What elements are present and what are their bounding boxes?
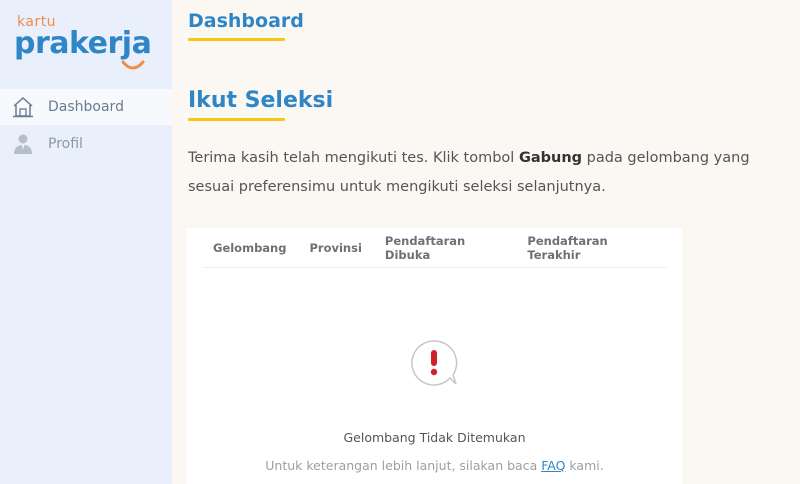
section-title: Ikut Seleksi [188,88,334,113]
column-header-provinsi: Provinsi [309,240,362,255]
table-header: Gelombang Provinsi Pendaftaran Dibuka Pe… [203,228,667,268]
page-title: Dashboard [188,10,304,32]
gelombang-table-card: Gelombang Provinsi Pendaftaran Dibuka Pe… [187,228,682,484]
section-underline [188,118,285,121]
column-header-pendaftaran-dibuka: Pendaftaran Dibuka [384,233,466,262]
title-underline [188,38,285,41]
sidebar-item-dashboard[interactable]: Dashboard [0,89,172,125]
empty-sub-text-end: kami. [565,458,604,473]
sidebar-item-label: Dashboard [48,99,124,115]
sidebar: kartu prakerja Dashboard Profil [0,0,172,484]
desc-bold-gabung: Gabung [518,150,583,166]
empty-state-title: Gelombang Tidak Ditemukan [343,430,526,445]
main-content: Dashboard Ikut Seleksi Terima kasih tela… [172,0,800,484]
kartu-prakerja-logo[interactable]: kartu prakerja [14,14,164,70]
column-header-pendaftaran-terakhir: Pendaftaran Terakhir [527,233,608,262]
empty-state-subtitle: Untuk keterangan lebih lanjut, silakan b… [187,458,682,473]
user-icon [11,132,35,156]
section-description: Terima kasih telah mengikuti tes. Klik t… [188,144,788,202]
home-icon [11,95,35,119]
sidebar-item-profil[interactable]: Profil [0,126,172,162]
faq-link[interactable]: FAQ [541,458,565,473]
empty-sub-text-start: Untuk keterangan lebih lanjut, silakan b… [265,458,542,473]
logo-prakerja-text: prakerja [14,26,152,61]
logo-smile-icon [121,60,145,70]
alert-bubble-icon [411,340,458,386]
column-header-gelombang: Gelombang [213,240,287,255]
desc-text-start: Terima kasih telah mengikuti tes. Klik t… [188,150,519,166]
sidebar-item-label: Profil [48,136,83,152]
